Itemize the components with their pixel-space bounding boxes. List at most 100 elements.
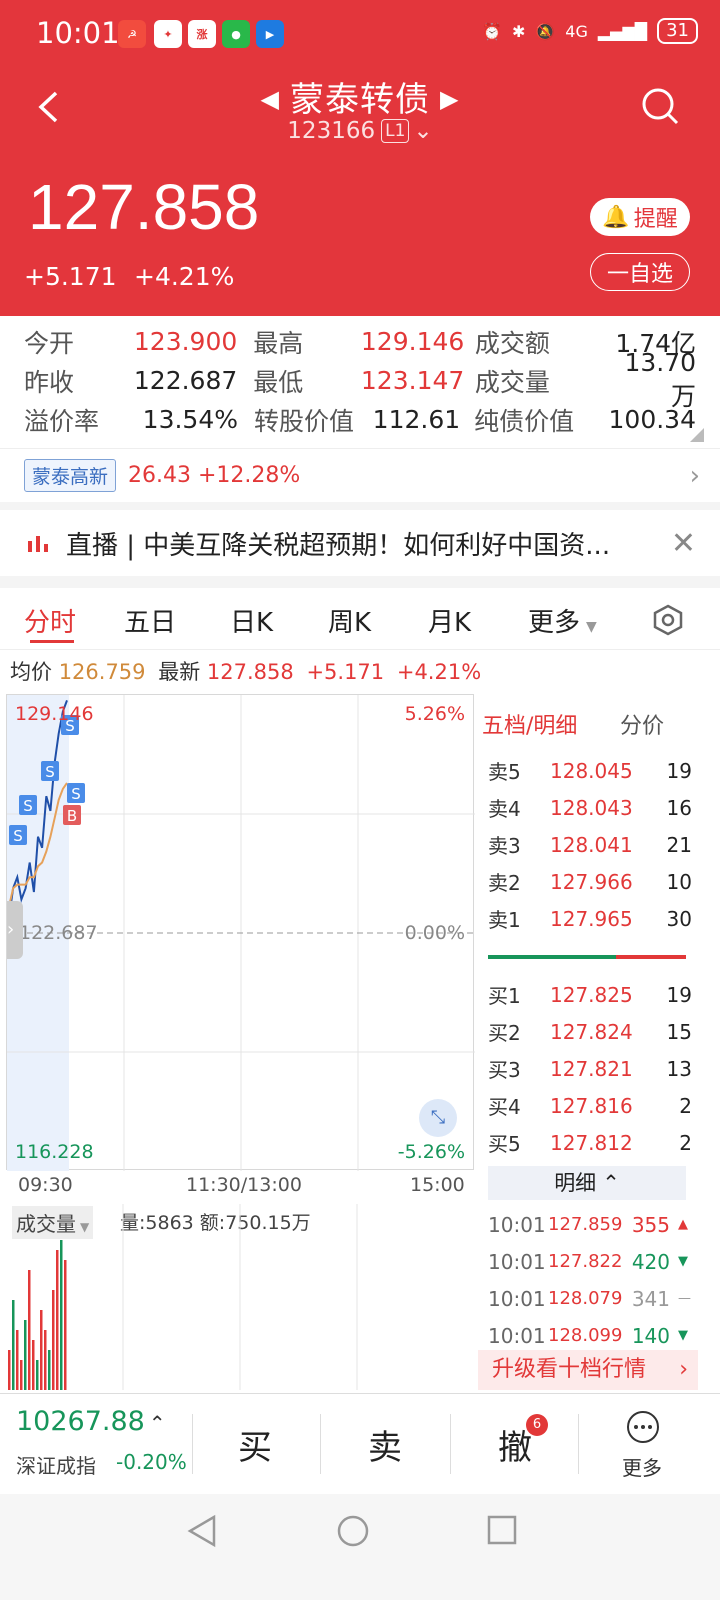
tab-orderbook[interactable]: 五档/明细 bbox=[482, 708, 577, 740]
underlying-stock-tag: 蒙泰高新 bbox=[24, 459, 117, 492]
tab-monthly[interactable]: 月K bbox=[428, 602, 471, 639]
bid-level-row[interactable]: 买2 127.824 15 bbox=[482, 1013, 692, 1050]
trade-marker-label: S bbox=[23, 797, 33, 815]
divider bbox=[0, 576, 720, 588]
avg-price-row: 均价 126.759 最新 127.858 +5.171 +4.21% bbox=[10, 656, 481, 686]
divider bbox=[192, 1414, 193, 1474]
bid-level-row[interactable]: 买1 127.825 19 bbox=[482, 976, 692, 1013]
volume-chart[interactable] bbox=[6, 1204, 474, 1390]
level-label: 买2 bbox=[488, 1021, 521, 1045]
tick-price: 127.859 bbox=[548, 1214, 623, 1235]
ask-ratio-bar bbox=[616, 955, 686, 959]
volume-bar bbox=[56, 1250, 59, 1390]
avg-label: 均价 bbox=[10, 660, 52, 684]
trade-marker-label: B bbox=[67, 807, 77, 825]
bluetooth-icon: ✱ bbox=[511, 21, 526, 41]
level-label: 买1 bbox=[488, 984, 521, 1008]
stat-value: 123.900 bbox=[133, 327, 238, 356]
app-notification-icon: ✦ bbox=[154, 20, 182, 48]
avg-value: 126.759 bbox=[58, 660, 146, 684]
stock-code: 123166 bbox=[287, 118, 376, 144]
tick-row: 10:01 127.859 355 ▲ bbox=[488, 1206, 696, 1243]
upgrade-level2-button[interactable]: 升级看十档行情 › bbox=[478, 1350, 698, 1390]
tab-daily[interactable]: 日K bbox=[230, 602, 273, 639]
ask-level-row[interactable]: 卖4 128.043 16 bbox=[482, 789, 692, 826]
stock-name: 蒙泰转债 bbox=[290, 80, 430, 120]
tab-intraday[interactable]: 分时 bbox=[24, 602, 76, 639]
chevron-right-icon: › bbox=[689, 460, 700, 491]
expand-handle-icon[interactable]: › bbox=[7, 901, 23, 959]
volume-bar bbox=[40, 1310, 43, 1390]
intraday-chart[interactable]: SSSSSB 129.146 5.26% 122.687 0.00% 116.2… bbox=[6, 694, 475, 1171]
level-qty: 13 bbox=[666, 1056, 692, 1081]
last-change: +5.171 bbox=[306, 660, 385, 684]
level-label: 卖2 bbox=[488, 871, 521, 895]
pct-mid-label: 0.00% bbox=[404, 922, 465, 944]
stat-label: 昨收 bbox=[24, 367, 75, 397]
level-price: 127.816 bbox=[550, 1093, 633, 1118]
level-label: 卖3 bbox=[488, 834, 521, 858]
chevron-up-icon: ⌃ bbox=[148, 1411, 166, 1435]
nav-back-icon[interactable] bbox=[186, 1514, 218, 1548]
live-banner[interactable]: 直播 | 中美互降关税超预期！如何利好中国资... ✕ bbox=[0, 510, 720, 576]
tab-five-day[interactable]: 五日 bbox=[124, 602, 176, 639]
tab-more[interactable]: 更多 ▼ bbox=[528, 602, 597, 639]
upgrade-label: 升级看十档行情 bbox=[492, 1357, 647, 1382]
tab-weekly[interactable]: 周K bbox=[328, 602, 371, 639]
more-dots-icon[interactable] bbox=[626, 1410, 660, 1444]
close-icon[interactable]: ✕ bbox=[671, 526, 696, 561]
time-start: 09:30 bbox=[18, 1174, 73, 1196]
bid-level-row[interactable]: 买3 127.821 13 bbox=[482, 1050, 692, 1087]
sell-button[interactable]: 卖 bbox=[368, 1420, 402, 1469]
level-label: 卖4 bbox=[488, 797, 521, 821]
next-stock-icon[interactable]: ▶ bbox=[440, 85, 459, 113]
alarm-button[interactable]: 🔔 提醒 bbox=[590, 198, 690, 236]
signal-icon: ▂▄▆█ bbox=[597, 21, 648, 41]
mute-icon: 🔕 bbox=[535, 21, 556, 41]
prev-stock-icon[interactable]: ◀ bbox=[261, 85, 280, 113]
detail-toggle[interactable]: 明细 ⌃ bbox=[488, 1166, 686, 1200]
tick-row: 10:01 128.079 341 — bbox=[488, 1280, 696, 1317]
tick-time: 10:01 bbox=[488, 1212, 546, 1237]
index-value[interactable]: 10267.88 ⌃ bbox=[16, 1406, 166, 1437]
volume-bar bbox=[24, 1320, 27, 1390]
expand-corner-icon[interactable] bbox=[690, 428, 704, 442]
search-icon[interactable] bbox=[640, 86, 680, 126]
ask-level-row[interactable]: 卖1 127.965 30 bbox=[482, 900, 692, 937]
index-number: 10267.88 bbox=[16, 1406, 145, 1437]
nav-recents-icon[interactable] bbox=[486, 1514, 518, 1546]
level-qty: 15 bbox=[666, 1019, 692, 1044]
volume-svg bbox=[8, 1204, 358, 1390]
caret-down-icon: ▼ bbox=[586, 619, 597, 635]
ask-level-row[interactable]: 卖3 128.041 21 bbox=[482, 826, 692, 863]
underlying-stock-row[interactable]: 蒙泰高新 26.43 +12.28% › bbox=[0, 448, 720, 502]
bid-ratio-bar bbox=[488, 955, 616, 959]
volume-bar bbox=[20, 1360, 23, 1390]
chevron-down-icon[interactable]: ⌄ bbox=[413, 118, 432, 144]
level-qty: 2 bbox=[679, 1093, 692, 1118]
volume-bar bbox=[16, 1330, 19, 1390]
bid-level-row[interactable]: 买4 127.816 2 bbox=[482, 1087, 692, 1124]
tick-qty: 420 bbox=[631, 1249, 670, 1274]
ask-level-row[interactable]: 卖5 128.045 19 bbox=[482, 752, 692, 789]
fullscreen-icon[interactable]: ⤡ bbox=[419, 1099, 457, 1137]
add-watchlist-button[interactable]: 一自选 bbox=[590, 253, 690, 291]
nav-home-icon[interactable] bbox=[336, 1514, 370, 1548]
y-min-label: 116.228 bbox=[15, 1141, 94, 1163]
divider bbox=[578, 1414, 579, 1474]
ask-level-row[interactable]: 卖2 127.966 10 bbox=[482, 863, 692, 900]
stat-label: 最低 bbox=[253, 367, 304, 397]
tab-price-dist[interactable]: 分价 bbox=[620, 708, 664, 740]
settings-hex-icon[interactable] bbox=[652, 604, 684, 636]
action-bar: 10267.88 ⌃ 深证成指 -0.20% 买 卖 撤 6 更多 bbox=[0, 1393, 720, 1493]
level-price: 128.045 bbox=[550, 758, 633, 783]
bell-icon: 🔔 bbox=[602, 204, 630, 230]
tick-price: 128.099 bbox=[548, 1325, 623, 1346]
index-name: 深证成指 bbox=[16, 1454, 96, 1478]
level-qty: 2 bbox=[679, 1130, 692, 1155]
level-badge[interactable]: L1 bbox=[381, 119, 410, 143]
divider bbox=[0, 502, 720, 510]
buy-button[interactable]: 买 bbox=[238, 1420, 272, 1469]
bid-level-row[interactable]: 买5 127.812 2 bbox=[482, 1124, 692, 1161]
app-notification-icon: 涨 bbox=[188, 20, 216, 48]
